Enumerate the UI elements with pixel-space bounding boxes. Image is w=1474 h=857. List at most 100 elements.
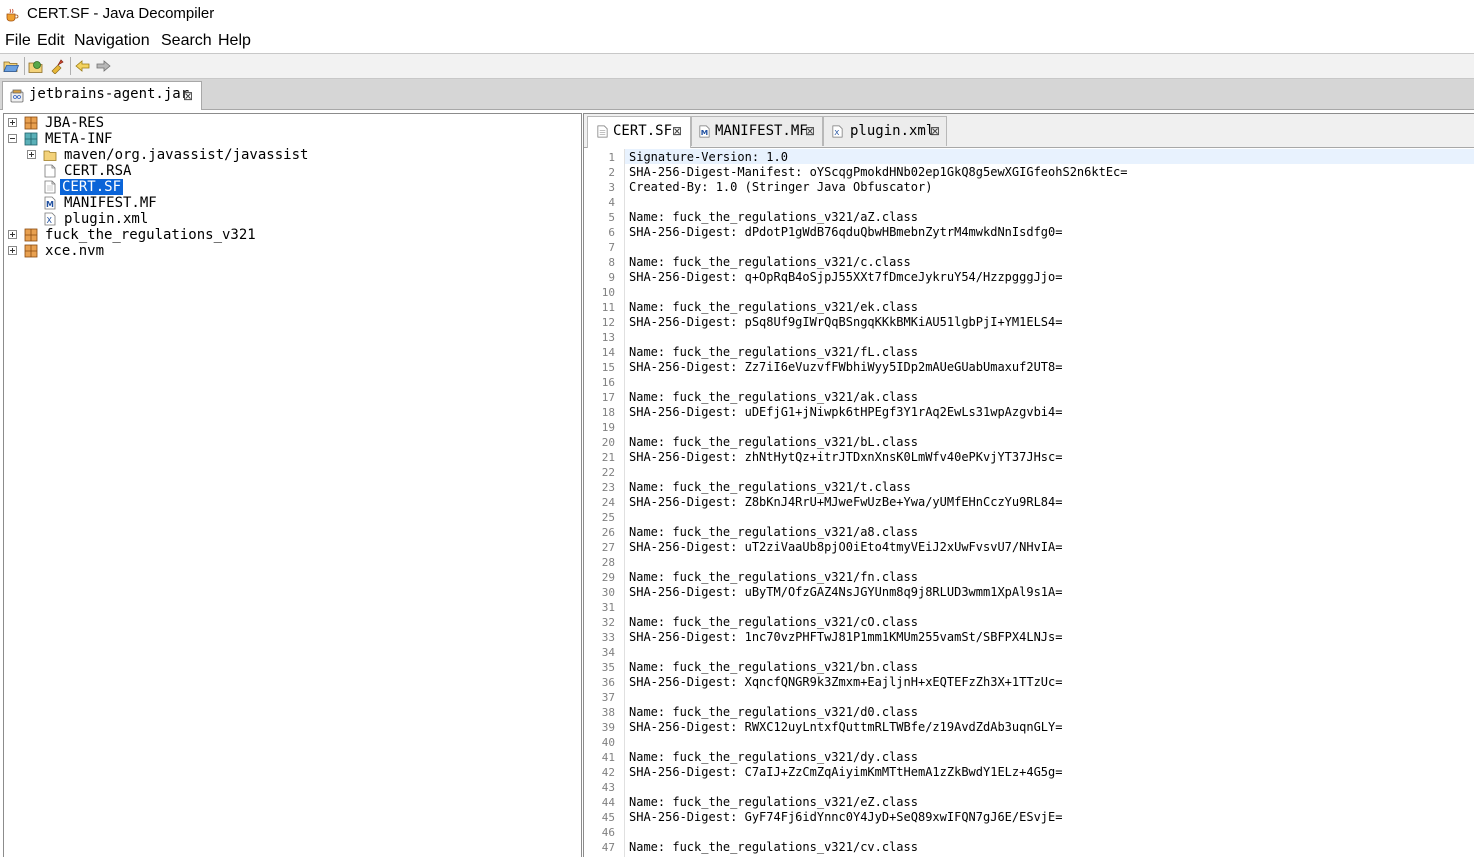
tree-item-label: META-INF: [45, 131, 113, 147]
tree-item-meta-inf[interactable]: META-INF: [4, 131, 574, 147]
menu-help[interactable]: Help: [218, 32, 251, 50]
code-line: Name: fuck_the_regulations_v321/a8.class: [629, 525, 918, 539]
line-number: 20: [601, 436, 615, 449]
line-number: 23: [601, 481, 615, 494]
tree-item-label: xce.nvm: [45, 243, 105, 259]
menu-file[interactable]: File: [5, 32, 31, 50]
package-icon: [24, 228, 38, 242]
title-bar: CERT.SF - Java Decompiler: [0, 0, 1474, 30]
collapse-icon[interactable]: [8, 134, 17, 143]
package-explorer-tree: JBA-RES META-INF maven/org.javassist/jav…: [3, 113, 582, 857]
tree-item-label: CERT.SF: [60, 179, 124, 195]
search-icon[interactable]: [49, 58, 65, 74]
close-icon[interactable]: ⊠: [805, 125, 815, 137]
line-number: 6: [608, 226, 615, 239]
line-number: 37: [601, 691, 615, 704]
line-number: 14: [601, 346, 615, 359]
code-line: Name: fuck_the_regulations_v321/ek.class: [629, 300, 918, 314]
menu-bar: File Edit Navigation Search Help: [0, 30, 1474, 54]
code-editor[interactable]: Signature-Version: 1.0 SHA-256-Digest-Man…: [625, 149, 1474, 857]
code-line: Name: fuck_the_regulations_v321/fn.class: [629, 570, 918, 584]
tab-manifest-mf[interactable]: M MANIFEST.MF ⊠: [691, 116, 823, 146]
line-number: 4: [608, 196, 615, 209]
editor-tab-bar: CERT.SF ⊠ M MANIFEST.MF ⊠ X plugin.xml ⊠: [584, 114, 1474, 148]
svg-text:X: X: [47, 216, 53, 225]
tree-item-cert-rsa[interactable]: CERT.RSA: [4, 163, 574, 179]
manifest-icon: M: [699, 125, 710, 138]
menu-edit[interactable]: Edit: [37, 32, 65, 50]
editor-panel: CERT.SF ⊠ M MANIFEST.MF ⊠ X plugin.xml ⊠…: [583, 113, 1474, 857]
tree-item-plugin-xml[interactable]: X plugin.xml: [4, 211, 574, 227]
close-icon[interactable]: ⊠: [930, 125, 940, 137]
line-number: 26: [601, 526, 615, 539]
tree-item-label: JBA-RES: [45, 115, 105, 131]
code-line: SHA-256-Digest: q+OpRqB4oSjpJ55XXt7fDmce…: [629, 270, 1063, 284]
menu-search[interactable]: Search: [161, 32, 212, 50]
line-number: 17: [601, 391, 615, 404]
tree-item-label: MANIFEST.MF: [64, 195, 157, 211]
code-line: SHA-256-Digest: 1nc70vzPHFTwJ81P1mm1KMUm…: [629, 630, 1063, 644]
package-icon: [24, 132, 38, 146]
tab-jetbrains-agent-jar[interactable]: jetbrains-agent.jar ⊠: [2, 81, 202, 110]
open-type-icon[interactable]: [28, 58, 44, 74]
expand-icon[interactable]: [8, 230, 17, 239]
line-number: 41: [601, 751, 615, 764]
code-line: Name: fuck_the_regulations_v321/t.class: [629, 480, 911, 494]
line-number: 29: [601, 571, 615, 584]
line-number: 22: [601, 466, 615, 479]
close-icon[interactable]: ⊠: [672, 125, 682, 137]
line-number: 47: [601, 841, 615, 854]
expand-icon[interactable]: [27, 150, 36, 159]
code-line: SHA-256-Digest: uByTM/OfzGAZ4NsJGYUnm8q9…: [629, 585, 1063, 599]
svg-text:X: X: [834, 128, 839, 137]
file-icon: [597, 125, 608, 138]
code-line: SHA-256-Digest: GyF74Fj6idYnnc0Y4JyD+SeQ…: [629, 810, 1063, 824]
line-number: 21: [601, 451, 615, 464]
code-line: SHA-256-Digest: uDEfjG1+jNiwpk6tHPEgf3Y1…: [629, 405, 1063, 419]
expand-icon[interactable]: [8, 246, 17, 255]
tab-plugin-xml[interactable]: X plugin.xml ⊠: [823, 116, 947, 146]
line-number: 10: [601, 286, 615, 299]
line-number: 31: [601, 601, 615, 614]
tree-item-cert-sf[interactable]: CERT.SF: [4, 179, 574, 195]
code-line: Name: fuck_the_regulations_v321/bL.class: [629, 435, 918, 449]
menu-navigation[interactable]: Navigation: [74, 32, 150, 50]
tree-item-label: CERT.RSA: [64, 163, 132, 179]
line-number: 34: [601, 646, 615, 659]
line-number: 27: [601, 541, 615, 554]
tree-item-regulations-package[interactable]: fuck_the_regulations_v321: [4, 227, 574, 243]
svg-text:M: M: [46, 200, 54, 209]
jar-icon: [10, 89, 24, 103]
close-icon[interactable]: ⊠: [183, 90, 193, 102]
back-icon[interactable]: [75, 58, 91, 74]
forward-icon[interactable]: [95, 58, 111, 74]
code-line: Name: fuck_the_regulations_v321/eZ.class: [629, 795, 918, 809]
tree-item-maven-folder[interactable]: maven/org.javassist/javassist: [4, 147, 574, 163]
tree-item-jba-res[interactable]: JBA-RES: [4, 115, 574, 131]
line-number: 35: [601, 661, 615, 674]
manifest-icon: M: [44, 196, 56, 210]
line-number: 5: [608, 211, 615, 224]
tree-item-xce-nvm[interactable]: xce.nvm: [4, 243, 574, 259]
xml-icon: X: [832, 125, 843, 138]
line-number: 38: [601, 706, 615, 719]
toolbar: [0, 54, 1474, 79]
code-line: SHA-256-Digest: RWXC12uyLntxfQuttmRLTWBf…: [629, 720, 1063, 734]
folder-icon: [43, 150, 57, 161]
line-number: 18: [601, 406, 615, 419]
line-number: 12: [601, 316, 615, 329]
expand-icon[interactable]: [8, 118, 17, 127]
tab-cert-sf[interactable]: CERT.SF ⊠: [587, 116, 691, 148]
line-number: 2: [608, 166, 615, 179]
tree-item-manifest-mf[interactable]: M MANIFEST.MF: [4, 195, 574, 211]
line-number: 32: [601, 616, 615, 629]
line-number: 43: [601, 781, 615, 794]
line-number: 39: [601, 721, 615, 734]
code-line: SHA-256-Digest: uT2ziVaaUb8pjO0iEto4tmyV…: [629, 540, 1063, 554]
line-number: 33: [601, 631, 615, 644]
code-line: Name: fuck_the_regulations_v321/cO.class: [629, 615, 918, 629]
open-file-icon[interactable]: [3, 58, 19, 74]
jar-tab-label: jetbrains-agent.jar: [29, 86, 190, 102]
line-number: 15: [601, 361, 615, 374]
tab-label: plugin.xml: [850, 123, 935, 139]
